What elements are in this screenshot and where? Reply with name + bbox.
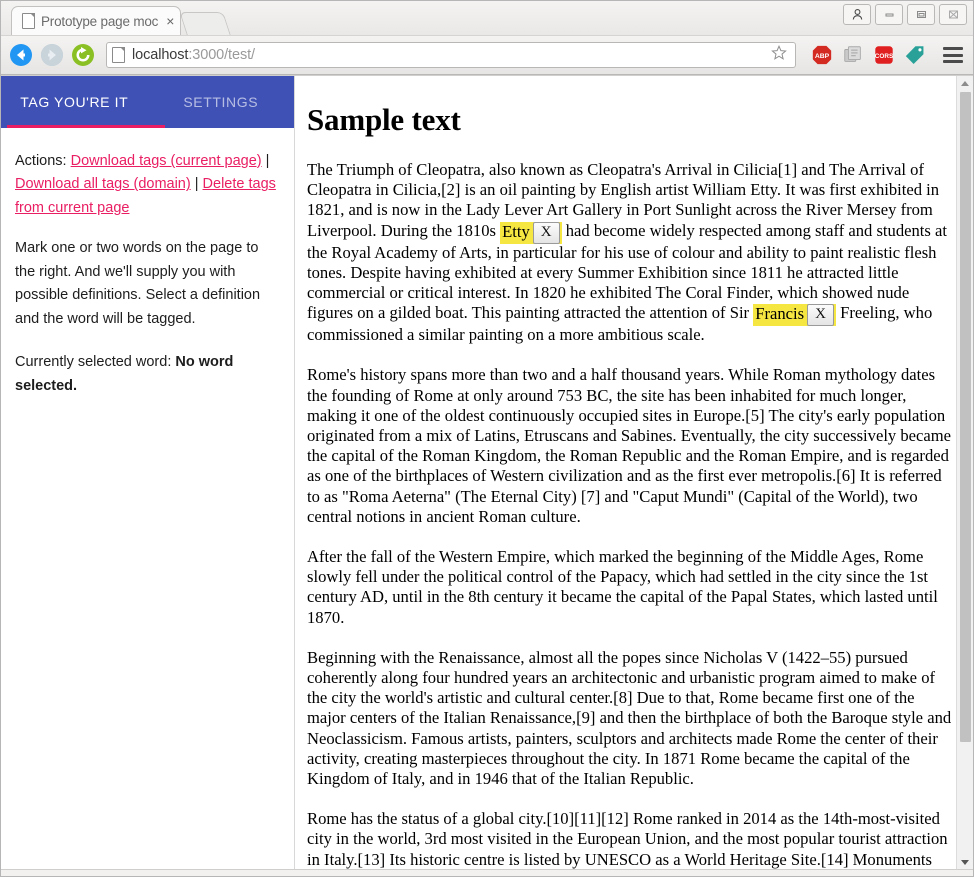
address-bar[interactable]: localhost:3000/test/ (106, 42, 796, 68)
scroll-down-arrow-icon[interactable] (957, 855, 973, 869)
paragraph-text: Rome's history spans more than two and a… (307, 365, 952, 526)
navigation-toolbar: localhost:3000/test/ ABP CORS (1, 35, 973, 75)
currently-selected-word-row: Currently selected word: No word selecte… (15, 351, 280, 398)
tagged-word-label: Etty (502, 221, 530, 241)
tab-settings[interactable]: SETTINGS (148, 76, 295, 128)
tab-tag-youre-it[interactable]: TAG YOU'RE IT (1, 76, 148, 128)
url-page-icon (112, 47, 125, 63)
selected-word-label: Currently selected word: (15, 354, 176, 371)
tagged-word[interactable]: Francis X (753, 304, 836, 327)
download-tags-current-page-link[interactable]: Download tags (current page) (71, 153, 262, 169)
actions-row: Actions: Download tags (current page) | … (15, 150, 280, 220)
paragraph: The Triumph of Cleopatra, also known as … (307, 160, 955, 345)
actions-separator-2: | (190, 176, 203, 193)
remove-tag-button[interactable]: X (807, 304, 834, 327)
new-tab-button[interactable] (179, 12, 232, 35)
hamburger-menu-icon[interactable] (943, 47, 963, 63)
tag-extension-icon[interactable] (904, 44, 926, 66)
scroll-up-arrow-icon[interactable] (957, 76, 973, 90)
reload-icon[interactable] (71, 43, 95, 67)
tagged-word-label: Francis (755, 304, 805, 324)
cors-extension-icon[interactable]: CORS (873, 44, 895, 66)
actions-separator-1: | (261, 153, 270, 169)
browser-tab[interactable]: Prototype page moc × (11, 6, 182, 35)
page-content: Sample text The Triumph of Cleopatra, al… (295, 76, 973, 869)
remove-tag-button[interactable]: X (532, 221, 560, 244)
tagged-word[interactable]: Etty X (500, 221, 562, 244)
adblock-plus-icon[interactable]: ABP (811, 44, 833, 66)
sidebar-content: Actions: Download tags (current page) | … (1, 128, 294, 415)
tab-title: Prototype page moc (41, 13, 159, 29)
page-scrollbar[interactable] (956, 76, 973, 869)
extension-sidebar: TAG YOU'RE IT SETTINGS Actions: Download… (1, 76, 295, 869)
close-icon[interactable] (939, 4, 967, 25)
page-title: Sample text (307, 102, 461, 137)
user-account-icon[interactable] (843, 4, 871, 25)
paragraph-text: Beginning with the Renaissance, almost a… (307, 647, 952, 789)
tab-favicon-page-icon (22, 13, 35, 29)
active-tab-underline (7, 125, 165, 128)
article: Sample text The Triumph of Cleopatra, al… (307, 76, 955, 869)
maximize-icon[interactable] (907, 4, 935, 25)
page-viewport: TAG YOU'RE IT SETTINGS Actions: Download… (1, 75, 973, 869)
tab-close-icon[interactable]: × (166, 14, 174, 28)
svg-text:ABP: ABP (815, 53, 830, 60)
url-host: localhost (132, 47, 189, 63)
paragraph-text: Rome has the status of a global city.[10… (307, 809, 948, 869)
star-icon[interactable] (770, 44, 788, 67)
extension-icons: ABP CORS (811, 44, 926, 66)
paragraph: Beginning with the Renaissance, almost a… (307, 648, 955, 789)
window-status-bar (1, 869, 973, 876)
scrollbar-thumb[interactable] (960, 92, 971, 742)
svg-text:CORS: CORS (875, 53, 894, 60)
clipboard-extension-icon[interactable] (842, 44, 864, 66)
sidebar-tab-bar: TAG YOU'RE IT SETTINGS (1, 76, 294, 128)
url-text: localhost:3000/test/ (132, 47, 255, 63)
minimize-icon[interactable] (875, 4, 903, 25)
window-controls (843, 4, 967, 25)
url-path: :3000/test/ (188, 47, 255, 63)
forward-arrow-icon (41, 44, 63, 66)
actions-label: Actions: (15, 153, 71, 169)
paragraph: After the fall of the Western Empire, wh… (307, 547, 955, 628)
back-arrow-icon[interactable] (9, 43, 33, 67)
title-bar: Prototype page moc × (1, 1, 973, 35)
browser-window: Prototype page moc × localhost:3000/test… (0, 0, 974, 877)
paragraph-text: After the fall of the Western Empire, wh… (307, 547, 938, 627)
tab-strip: Prototype page moc × (11, 5, 232, 35)
download-all-tags-domain-link[interactable]: Download all tags (domain) (15, 176, 191, 192)
paragraph-list: The Triumph of Cleopatra, also known as … (307, 160, 955, 869)
paragraph: Rome's history spans more than two and a… (307, 365, 955, 527)
instructions-text: Mark one or two words on the page to the… (15, 240, 261, 327)
paragraph: Rome has the status of a global city.[10… (307, 809, 955, 869)
